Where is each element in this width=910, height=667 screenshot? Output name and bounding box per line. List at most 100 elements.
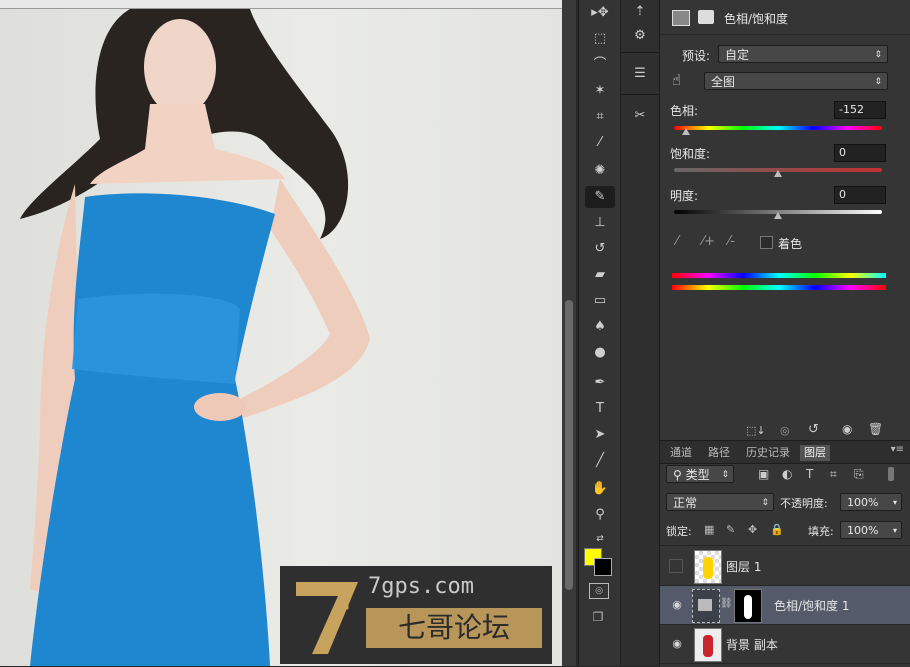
hue-label: 色相: — [670, 104, 699, 118]
visibility-toggle-icon[interactable]: ◉ — [842, 422, 852, 436]
watermark-url: 7gps.com — [368, 574, 474, 599]
watermark-text: 七哥论坛 — [366, 608, 542, 648]
swap-colors-icon[interactable]: ⇄ — [585, 528, 615, 550]
adjustment-layer-icon — [672, 10, 690, 26]
zoom-tool-icon[interactable]: ⚲ — [585, 504, 615, 526]
hand-adjust-icon[interactable]: ☝ — [672, 71, 681, 89]
clip-to-layer-icon[interactable]: ⬚↓ — [746, 424, 766, 437]
lightness-slider-thumb[interactable] — [774, 212, 782, 219]
mask-icon[interactable] — [698, 10, 714, 24]
fill-label: 填充: — [808, 525, 834, 538]
quick-mask-icon[interactable]: ◎ — [589, 583, 609, 599]
layers-panel: 通道 路径 历史记录 图层 ▾≡ ⚲ 类型 ⇕ ▣ ◐ T ⌗ ⎘ 正常 ⇕ 不… — [660, 440, 910, 667]
tab-layers[interactable]: 图层 — [800, 445, 830, 461]
colorize-label: 着色 — [778, 237, 803, 251]
tab-paths[interactable]: 路径 — [704, 445, 734, 461]
brush-settings-icon[interactable]: ⚙ — [627, 24, 653, 48]
layer-row[interactable]: 图层 1 — [660, 547, 910, 586]
lock-pixels-icon[interactable]: ✎ — [726, 523, 735, 536]
move-tool-icon[interactable]: ▸✥ — [585, 2, 615, 24]
opacity-value: 100% — [847, 496, 879, 509]
saturation-input[interactable]: 0 — [834, 144, 886, 162]
eraser-tool-icon[interactable]: ▰ — [585, 264, 615, 286]
stamp-tool-icon[interactable]: ⊥ — [585, 212, 615, 234]
search-icon: ⚲ — [673, 468, 686, 482]
pen-tool-icon[interactable]: ✒ — [585, 372, 615, 394]
select-arrows-icon: ⇕ — [874, 77, 882, 87]
lightness-input[interactable]: 0 — [834, 186, 886, 204]
select-arrows-icon: ⇕ — [874, 50, 882, 60]
adjustment-thumbnail — [692, 589, 720, 623]
layer-row[interactable]: ◉ 背景 副本 — [660, 625, 910, 664]
screen-mode-icon[interactable]: ❐ — [589, 610, 607, 624]
dodge-tool-icon[interactable]: ● — [585, 342, 615, 364]
history-brush-tool-icon[interactable]: ↺ — [585, 238, 615, 260]
properties-title: 色相/饱和度 — [724, 12, 789, 26]
background-color-swatch[interactable] — [594, 558, 612, 576]
saturation-slider-thumb[interactable] — [774, 170, 782, 177]
crop-tool-icon[interactable]: ⌗ — [585, 106, 615, 128]
filter-smart-object-icon[interactable]: ⎘ — [854, 467, 864, 482]
panel-dock-column: ⇡ ⚙ ☰ ✂ — [621, 0, 660, 666]
eye-icon[interactable]: ◉ — [670, 598, 684, 612]
chevron-down-icon: ▾ — [892, 498, 897, 507]
opacity-input[interactable]: 100% ▾ — [840, 493, 902, 511]
preset-select[interactable]: 自定 ⇕ — [718, 45, 888, 63]
link-chain-icon[interactable]: ⛓ — [720, 598, 733, 609]
magic-wand-tool-icon[interactable]: ✶ — [585, 80, 615, 102]
hue-slider[interactable] — [674, 126, 882, 130]
panel-tab-bar: 通道 路径 历史记录 图层 ▾≡ — [660, 441, 910, 464]
lock-position-icon[interactable]: ✥ — [748, 523, 757, 536]
gradient-tool-icon[interactable]: ▭ — [585, 290, 615, 312]
preset-label: 预设: — [682, 49, 711, 63]
filter-shape-icon[interactable]: ⌗ — [830, 467, 837, 482]
marquee-tool-icon[interactable]: ⬚ — [585, 28, 615, 50]
panel-menu-icon[interactable]: ▾≡ — [891, 444, 904, 455]
scrollbar-thumb[interactable] — [565, 300, 573, 590]
eyedropper-minus-icon[interactable]: ⁄- — [728, 234, 735, 249]
canvas-vertical-scrollbar[interactable] — [562, 0, 576, 666]
layer-row-selected[interactable]: ◉ ⛓ 色相/饱和度 1 — [660, 586, 910, 625]
filter-type-icon[interactable]: T — [806, 467, 813, 481]
eyedropper-tool-icon[interactable]: ⁄ — [585, 132, 615, 154]
blur-tool-icon[interactable]: ♠ — [585, 316, 615, 338]
watermark-7g-logo: G — [296, 582, 358, 654]
chevron-down-icon: ▾ — [892, 526, 897, 535]
lock-label: 锁定: — [666, 525, 692, 538]
blend-mode-value: 正常 — [673, 496, 698, 510]
tool-presets-icon[interactable]: ⇡ — [627, 0, 653, 24]
type-tool-icon[interactable]: T — [585, 398, 615, 420]
filter-toggle[interactable] — [888, 467, 894, 481]
channel-select[interactable]: 全图 ⇕ — [704, 72, 888, 90]
filter-adjustment-icon[interactable]: ◐ — [782, 467, 792, 481]
eyedropper-plus-icon[interactable]: ⁄+ — [702, 234, 715, 249]
blend-mode-select[interactable]: 正常 ⇕ — [666, 493, 774, 511]
layer-mask-thumbnail[interactable] — [734, 589, 762, 623]
hue-input[interactable]: -152 — [834, 101, 886, 119]
channels-panel-icon[interactable]: ☰ — [627, 62, 653, 86]
lasso-tool-icon[interactable]: ⌒ — [585, 54, 615, 76]
line-tool-icon[interactable]: ╱ — [585, 450, 615, 472]
colorize-checkbox[interactable] — [760, 236, 773, 249]
brush-tool-icon[interactable]: ✎ — [585, 186, 615, 208]
eyedropper-icon[interactable]: ⁄ — [676, 234, 678, 249]
eye-icon[interactable]: ◉ — [670, 637, 684, 651]
fill-value: 100% — [847, 524, 879, 537]
tab-channels[interactable]: 通道 — [666, 445, 696, 461]
view-previous-icon[interactable]: ◎ — [780, 424, 790, 437]
hue-slider-thumb[interactable] — [682, 128, 690, 135]
spot-healing-tool-icon[interactable]: ✺ — [585, 160, 615, 182]
tab-history[interactable]: 历史记录 — [742, 445, 794, 461]
hand-tool-icon[interactable]: ✋ — [585, 478, 615, 500]
path-selection-tool-icon[interactable]: ➤ — [585, 424, 615, 446]
filter-pixel-icon[interactable]: ▣ — [758, 467, 769, 481]
delete-adjustment-icon[interactable]: 🗑 — [868, 422, 883, 436]
visibility-box[interactable] — [669, 559, 683, 573]
lock-all-icon[interactable]: 🔒 — [770, 523, 784, 536]
lock-transparent-icon[interactable]: ▦ — [704, 523, 714, 536]
adjustment-icon[interactable]: ✂ — [627, 104, 653, 128]
filter-type-select[interactable]: ⚲ 类型 ⇕ — [666, 465, 734, 483]
reset-icon[interactable]: ↺ — [808, 422, 819, 437]
lightness-label: 明度: — [670, 189, 699, 203]
fill-input[interactable]: 100% ▾ — [840, 521, 902, 539]
